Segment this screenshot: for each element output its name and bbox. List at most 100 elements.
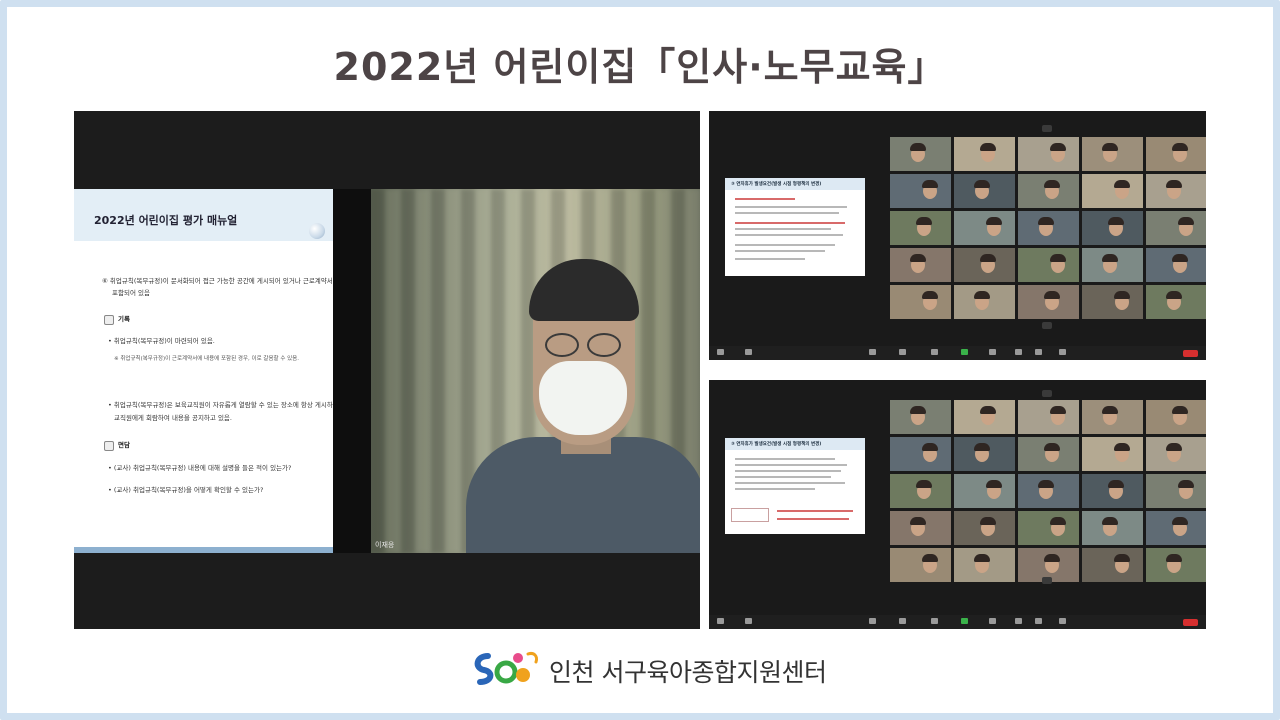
org-logo-icon	[474, 652, 538, 685]
reactions-icon[interactable]	[1015, 349, 1022, 355]
reactions-icon[interactable]	[1015, 618, 1022, 624]
participant-tile[interactable]	[1082, 137, 1143, 171]
speaker-glasses	[541, 333, 625, 359]
gallery-slide-title: ③ 연차휴가 발생요건(발생 시점 형평책의 변경)	[731, 442, 822, 447]
record-1: • 취업규칙(복무규정)이 마련되어 있음.	[108, 337, 215, 345]
participant-tile[interactable]	[1018, 437, 1079, 471]
mute-icon[interactable]	[717, 618, 724, 624]
gallery-shared-slide: ③ 연차휴가 발생요건(발생 시점 형평책의 변경)	[725, 438, 865, 534]
participant-tile[interactable]	[1082, 248, 1143, 282]
participant-tile[interactable]	[1082, 548, 1143, 582]
participant-tile[interactable]	[1146, 137, 1206, 171]
mute-icon[interactable]	[717, 349, 724, 355]
participant-tile[interactable]	[1146, 211, 1206, 245]
participant-tile[interactable]	[1082, 285, 1143, 319]
participant-tile[interactable]	[1146, 285, 1206, 319]
gallery-down-arrow-icon[interactable]	[1042, 577, 1052, 584]
chat-icon[interactable]	[931, 349, 938, 355]
video-icon[interactable]	[745, 349, 752, 355]
share-screen-icon[interactable]	[961, 349, 968, 355]
shared-slide: 2022년 어린이집 평가 매뉴얼 ⑥ 취업규칙(복무규정)이 문서화되어 접근…	[74, 189, 359, 553]
record-icon[interactable]	[989, 349, 996, 355]
record-icon[interactable]	[989, 618, 996, 624]
participant-tile[interactable]	[954, 400, 1015, 434]
participant-tile[interactable]	[890, 137, 951, 171]
participant-tile[interactable]	[890, 174, 951, 208]
participant-tile[interactable]	[954, 548, 1015, 582]
gallery-up-arrow-icon[interactable]	[1042, 125, 1052, 132]
end-meeting-button[interactable]	[1183, 619, 1198, 626]
view-divider	[333, 189, 371, 553]
gallery-shared-slide: ③ 연차휴가 발생요건(발생 시점 형평책의 변경)	[725, 178, 865, 276]
participant-tile[interactable]	[954, 248, 1015, 282]
security-icon[interactable]	[869, 349, 876, 355]
participant-tile[interactable]	[1082, 511, 1143, 545]
participant-tile[interactable]	[1082, 400, 1143, 434]
gallery-slide-header: ③ 연차휴가 발생요건(발생 시점 형평책의 변경)	[725, 438, 865, 450]
participant-tile[interactable]	[954, 511, 1015, 545]
gallery-slide-header: ③ 연차휴가 발생요건(발생 시점 형평책의 변경)	[725, 178, 865, 190]
apps-icon[interactable]	[1035, 618, 1042, 624]
participant-tile[interactable]	[890, 211, 951, 245]
participant-tile[interactable]	[890, 248, 951, 282]
interview-1: • (교사) 취업규칙(복무규정) 내용에 대해 설명을 들은 적이 있는가?	[108, 464, 292, 472]
meeting-toolbar	[709, 346, 1206, 360]
chat-icon[interactable]	[931, 618, 938, 624]
participant-tile[interactable]	[954, 137, 1015, 171]
slide-heading: 2022년 어린이집 평가 매뉴얼	[94, 214, 238, 227]
gallery-up-arrow-icon[interactable]	[1042, 390, 1052, 397]
video-icon[interactable]	[745, 618, 752, 624]
participant-tile[interactable]	[1146, 248, 1206, 282]
record-2: • 취업규칙(복무규정)은 보육교직원이 자유롭게 열람할 수 있는 장소에 항…	[108, 401, 359, 409]
slide-header: 2022년 어린이집 평가 매뉴얼	[74, 189, 333, 241]
record-1-note: ※ 취업규칙(복무규정)이 근로계약서에 내용에 포함된 경우, 이로 갈음할 …	[114, 356, 299, 362]
participant-tile[interactable]	[1146, 174, 1206, 208]
security-icon[interactable]	[869, 618, 876, 624]
apps-icon[interactable]	[1035, 349, 1042, 355]
participant-tile[interactable]	[890, 400, 951, 434]
participant-tile[interactable]	[1018, 400, 1079, 434]
participant-tile[interactable]	[1146, 511, 1206, 545]
participant-tile[interactable]	[1082, 174, 1143, 208]
participant-tile[interactable]	[1018, 174, 1079, 208]
gallery-slide-title: ③ 연차휴가 발생요건(발생 시점 형평책의 변경)	[731, 182, 822, 187]
more-icon[interactable]	[1059, 618, 1066, 624]
meeting-toolbar	[709, 615, 1206, 629]
section-record: 기록	[118, 315, 130, 323]
participant-tile[interactable]	[954, 211, 1015, 245]
speaker-name: 이재응	[375, 541, 395, 549]
participant-tile[interactable]	[1018, 285, 1079, 319]
participant-tile[interactable]	[1018, 511, 1079, 545]
participant-tile[interactable]	[890, 511, 951, 545]
gallery-screenshot-2: ③ 연차휴가 발생요건(발생 시점 형평책의 변경)	[709, 380, 1206, 629]
participant-tile[interactable]	[1146, 548, 1206, 582]
participant-tile[interactable]	[954, 174, 1015, 208]
gallery-down-arrow-icon[interactable]	[1042, 322, 1052, 329]
participant-tile[interactable]	[1082, 437, 1143, 471]
participant-tile[interactable]	[1018, 137, 1079, 171]
participant-tile[interactable]	[1146, 474, 1206, 508]
participant-tile[interactable]	[954, 474, 1015, 508]
participant-tile[interactable]	[1018, 248, 1079, 282]
participant-tile[interactable]	[1082, 474, 1143, 508]
participant-tile[interactable]	[1082, 211, 1143, 245]
participant-tile[interactable]	[890, 548, 951, 582]
participant-tile[interactable]	[890, 437, 951, 471]
share-screen-icon[interactable]	[961, 618, 968, 624]
section-interview: 면담	[118, 441, 130, 449]
more-icon[interactable]	[1059, 349, 1066, 355]
participant-tile[interactable]	[1146, 400, 1206, 434]
participant-tile[interactable]	[1018, 211, 1079, 245]
interview-icon	[104, 441, 114, 451]
participant-tile[interactable]	[954, 285, 1015, 319]
slide-orb-icon	[309, 223, 325, 239]
participant-tile[interactable]	[954, 437, 1015, 471]
participant-tile[interactable]	[890, 285, 951, 319]
participant-tile[interactable]	[890, 474, 951, 508]
participant-tile[interactable]	[1018, 474, 1079, 508]
participants-icon[interactable]	[899, 618, 906, 624]
end-meeting-button[interactable]	[1183, 350, 1198, 357]
participants-icon[interactable]	[899, 349, 906, 355]
participant-tile[interactable]	[1146, 437, 1206, 471]
slide-item-title-cont: 포함되어 있음	[112, 289, 150, 297]
